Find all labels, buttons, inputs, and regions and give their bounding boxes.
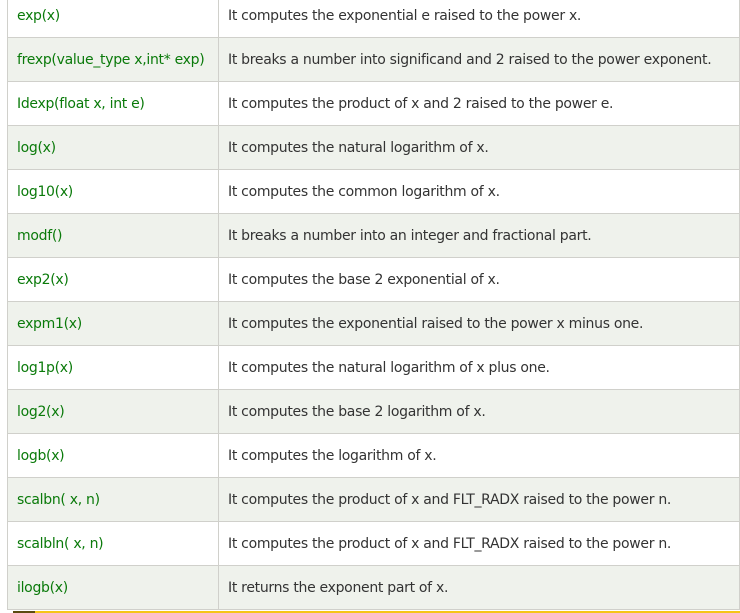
function-name: logb(x)	[7, 433, 219, 478]
function-name: scalbn( x, n)	[7, 477, 219, 522]
functions-table-container: exp(x) It computes the exponential e rais…	[7, 0, 740, 610]
function-description: It breaks a number into an integer and f…	[218, 213, 740, 258]
table-row: log1p(x) It computes the natural logarith…	[7, 345, 740, 390]
table-row: log10(x) It computes the common logarithm…	[7, 169, 740, 214]
function-name: log2(x)	[7, 389, 219, 434]
function-description: It computes the common logarithm of x.	[218, 169, 740, 214]
function-name: ilogb(x)	[7, 565, 219, 610]
table-row: ilogb(x) It returns the exponent part of …	[7, 565, 740, 610]
table-row: exp2(x) It computes the base 2 exponentia…	[7, 257, 740, 302]
table-row: exp(x) It computes the exponential e rais…	[7, 0, 740, 38]
function-description: It computes the exponential e raised to …	[218, 0, 740, 38]
table-row: modf() It breaks a number into an integer…	[7, 213, 740, 258]
function-name: scalbln( x, n)	[7, 521, 219, 566]
function-name: frexp(value_type x,int* exp)	[7, 37, 219, 82]
table-row: scalbln( x, n) It computes the product of…	[7, 521, 740, 566]
function-name: exp2(x)	[7, 257, 219, 302]
table-row: scalbn( x, n) It computes the product of …	[7, 477, 740, 522]
function-name: modf()	[7, 213, 219, 258]
functions-table: exp(x) It computes the exponential e rais…	[7, 0, 740, 610]
function-description: It computes the base 2 logarithm of x.	[218, 389, 740, 434]
function-name: log1p(x)	[7, 345, 219, 390]
function-description: It computes the natural logarithm of x p…	[218, 345, 740, 390]
table-row: frexp(value_type x,int* exp) It breaks a …	[7, 37, 740, 82]
function-name: log(x)	[7, 125, 219, 170]
function-name: log10(x)	[7, 169, 219, 214]
table-row: Idexp(float x, int e) It computes the pro…	[7, 81, 740, 126]
function-name: expm1(x)	[7, 301, 219, 346]
function-description: It computes the product of x and FLT_RAD…	[218, 521, 740, 566]
function-description: It computes the logarithm of x.	[218, 433, 740, 478]
function-name: Idexp(float x, int e)	[7, 81, 219, 126]
function-description: It computes the base 2 exponential of x.	[218, 257, 740, 302]
table-row: expm1(x) It computes the exponential rais…	[7, 301, 740, 346]
function-name: exp(x)	[7, 0, 219, 38]
function-description: It returns the exponent part of x.	[218, 565, 740, 610]
table-row: logb(x) It computes the logarithm of x.	[7, 433, 740, 478]
function-description: It computes the product of x and FLT_RAD…	[218, 477, 740, 522]
function-description: It computes the exponential raised to th…	[218, 301, 740, 346]
table-row: log(x) It computes the natural logarithm …	[7, 125, 740, 170]
function-description: It computes the product of x and 2 raise…	[218, 81, 740, 126]
function-description: It computes the natural logarithm of x.	[218, 125, 740, 170]
table-row: log2(x) It computes the base 2 logarithm …	[7, 389, 740, 434]
function-description: It breaks a number into significand and …	[218, 37, 740, 82]
